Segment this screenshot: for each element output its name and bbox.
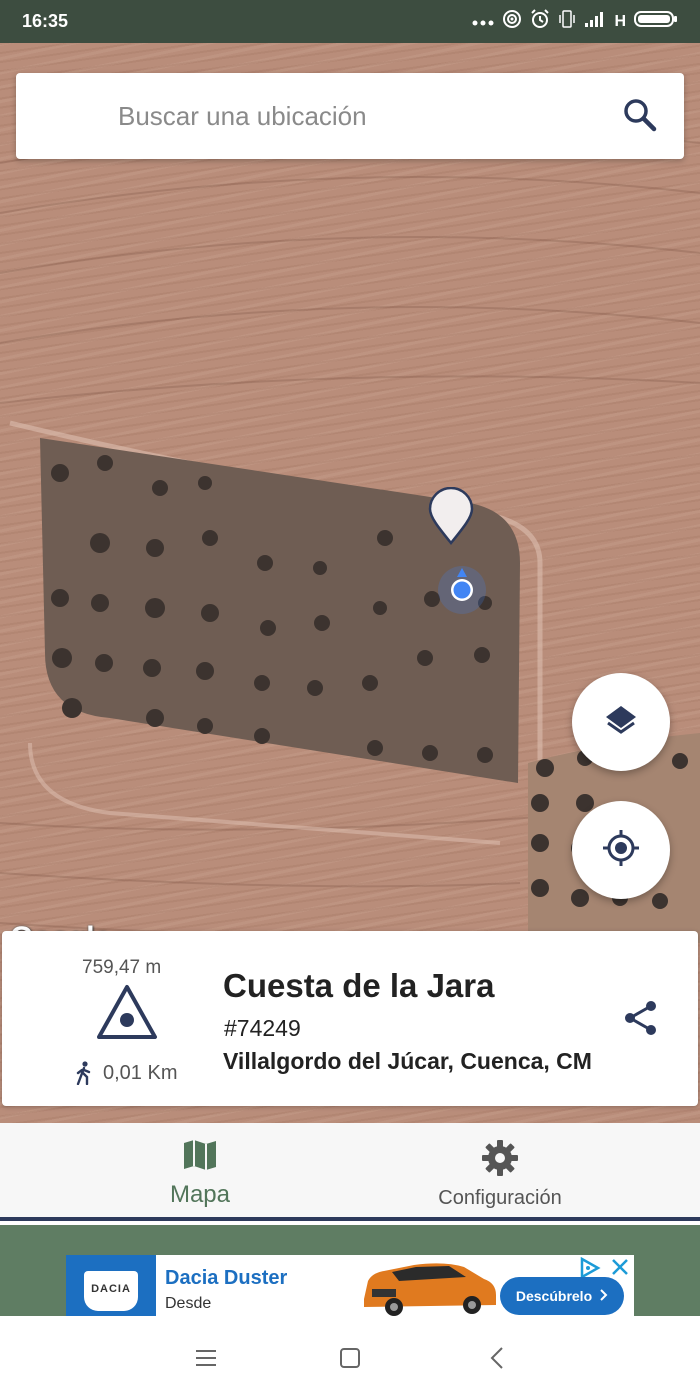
app-screen: 16:35 H Buscar una ubicación 759,47 m 0,… [0,0,700,1400]
share-icon[interactable] [622,999,660,1037]
ad-area: DACIA Dacia Duster Desde Descúbrelo [0,1225,700,1316]
layers-icon [603,702,639,743]
nav-label-mapa: Mapa [169,1181,231,1208]
nav-item-configuracion[interactable]: Configuración [420,1123,580,1221]
search-bar[interactable]: Buscar una ubicación [16,73,684,159]
search-input[interactable]: Buscar una ubicación [118,101,367,132]
current-location-dot [436,564,488,616]
status-icons: H [472,9,678,34]
hotspot-icon [502,9,522,34]
ad-close-icon[interactable] [610,1257,630,1277]
peak-triangle-icon [95,983,159,1041]
peak-location: Villalgordo del Júcar, Cuenca, CM [223,1048,592,1074]
my-location-button[interactable] [572,801,670,899]
menu-icon[interactable] [194,1346,218,1370]
my-location-icon [601,828,641,873]
more-dots-icon [472,13,494,31]
signal-icon [584,10,606,33]
peak-id: #74249 [224,1015,301,1041]
dacia-logo: DACIA [66,1255,156,1316]
status-bar: 16:35 H [0,0,700,43]
alarm-icon [530,9,550,34]
home-icon[interactable] [338,1346,362,1370]
network-type: H [614,12,626,30]
peak-info-card[interactable]: 759,47 m 0,01 Km Cuesta de la Jara #7424… [2,931,698,1106]
map-layers-button[interactable] [572,673,670,771]
vibrate-icon [558,9,576,34]
selected-peak-marker[interactable] [428,486,474,545]
walking-icon [74,1061,94,1086]
ad-banner[interactable]: DACIA Dacia Duster Desde Descúbrelo [66,1255,634,1316]
bottom-navigation: Mapa Configuración [0,1123,700,1221]
car-image [354,1259,504,1316]
chevron-right-icon [600,1288,608,1304]
status-time: 16:35 [22,11,69,31]
system-nav-bar [0,1316,700,1400]
ad-choices-icon[interactable] [578,1256,602,1280]
peak-elevation: 759,47 m [82,957,162,978]
ad-title: Dacia Duster [165,1267,288,1289]
ad-subtitle: Desde [165,1295,212,1312]
dacia-logo-badge: DACIA [84,1271,138,1311]
nav-label-configuracion: Configuración [438,1187,562,1209]
back-icon[interactable] [486,1346,510,1370]
map-icon [182,1137,218,1173]
nav-item-mapa[interactable]: Mapa [150,1123,250,1221]
peak-name: Cuesta de la Jara [223,967,495,1004]
battery-icon [634,10,678,33]
peak-distance: 0,01 Km [103,1062,178,1084]
ad-cta-label: Descúbrelo [515,1288,593,1304]
search-icon[interactable] [622,97,658,133]
ad-cta-button[interactable]: Descúbrelo [500,1277,624,1315]
dacia-logo-text: DACIA [91,1283,131,1295]
gear-icon [481,1139,519,1177]
